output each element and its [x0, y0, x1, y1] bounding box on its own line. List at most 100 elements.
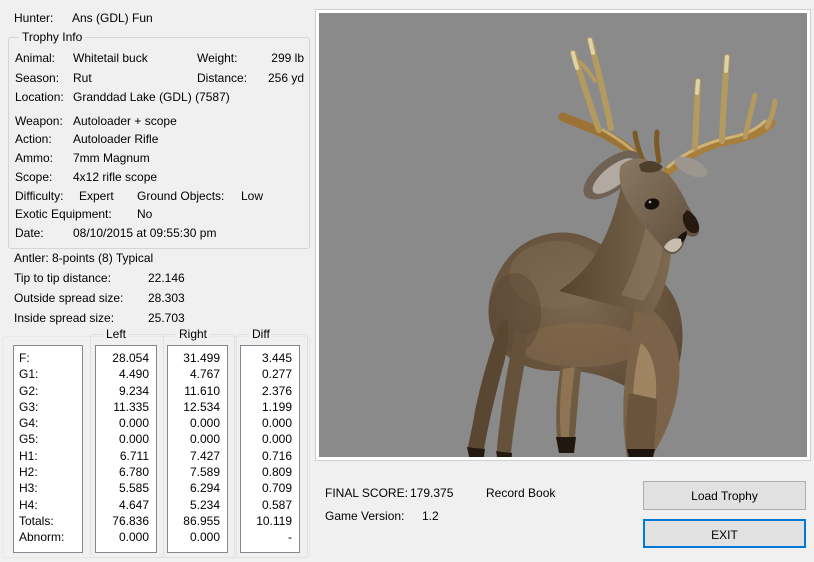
score-row-label: G1:	[14, 366, 82, 382]
score-diff-value: -	[241, 529, 299, 545]
score-row-label: Abnorm:	[14, 529, 82, 545]
row-ammo: Ammo: 7mm Magnum	[9, 149, 309, 168]
antler-summary: Antler: 8-points (8) Typical	[14, 251, 153, 265]
field-label: Scope:	[15, 168, 52, 187]
score-diff-value: 3.445	[241, 350, 299, 366]
final-score-label: FINAL SCORE:	[325, 486, 408, 500]
field-label: Location:	[15, 88, 64, 108]
field-label: Weapon:	[15, 112, 63, 131]
field-label: Date:	[15, 224, 44, 243]
trophy-viewer-window: { "hunter": { "label": "Hunter:", "value…	[0, 0, 814, 562]
field-value: 7mm Magnum	[73, 149, 150, 168]
field-value: No	[137, 205, 152, 224]
deer-antlers	[563, 40, 775, 173]
measurement-inside-spread: Inside spread size: 25.703	[14, 311, 114, 325]
field-value: 256 yd	[268, 69, 304, 89]
measurement-tip-to-tip: Tip to tip distance: 22.146	[14, 271, 111, 285]
record-book-label: Record Book	[486, 486, 555, 500]
score-left-value: 4.647	[96, 497, 156, 513]
score-left-value: 0.000	[96, 529, 156, 545]
score-row-label: F:	[14, 350, 82, 366]
score-left-value: 6.780	[96, 464, 156, 480]
trophy-3d-viewport[interactable]	[316, 10, 810, 460]
score-diff-value: 0.587	[241, 497, 299, 513]
field-value: Whitetail buck	[73, 49, 148, 69]
trophy-info-groupbox: Trophy Info Animal: Whitetail buck Weigh…	[8, 37, 310, 249]
game-version-value: 1.2	[422, 509, 439, 523]
row-difficulty: Difficulty: Expert Ground Objects: Low	[9, 187, 309, 206]
score-right-value: 0.000	[168, 529, 227, 545]
score-left-value: 5.585	[96, 480, 156, 496]
deer-model	[319, 13, 807, 457]
score-row-label: G5:	[14, 431, 82, 447]
score-diff-value: 0.809	[241, 464, 299, 480]
score-left-value: 11.335	[96, 399, 156, 415]
measurement-value: 25.703	[148, 311, 185, 325]
measurement-label: Tip to tip distance:	[14, 271, 111, 285]
field-value: Low	[241, 187, 263, 206]
hunter-value: Ans (GDL) Fun	[72, 11, 153, 25]
score-diff-value: 0.277	[241, 366, 299, 382]
field-label: Exotic Equipment:	[15, 205, 112, 224]
score-diff-value: 0.000	[241, 431, 299, 447]
row-season: Season: Rut Distance: 256 yd	[9, 69, 309, 89]
measurement-value: 22.146	[148, 271, 185, 285]
hunter-label: Hunter:	[14, 11, 72, 25]
score-right-value: 12.534	[168, 399, 227, 415]
score-row-labels-list[interactable]: F: G1: G2: G3: G4: G5: H1: H2: H3: H4: T…	[13, 345, 83, 553]
score-right-values-list[interactable]: 31.499 4.767 11.610 12.534 0.000 0.000 7…	[167, 345, 228, 553]
column-header-right: Right	[176, 327, 210, 341]
score-row-label: H3:	[14, 480, 82, 496]
field-value: Expert	[79, 187, 114, 206]
field-label: Season:	[15, 69, 59, 89]
score-diff-value: 0.709	[241, 480, 299, 496]
measurement-outside-spread: Outside spread size: 28.303	[14, 291, 123, 305]
score-diff-value: 0.716	[241, 448, 299, 464]
column-header-diff: Diff	[249, 327, 273, 341]
score-left-values-list[interactable]: 28.054 4.490 9.234 11.335 0.000 0.000 6.…	[95, 345, 157, 553]
field-value: 299 lb	[271, 49, 304, 69]
score-right-value: 7.589	[168, 464, 227, 480]
score-right-value: 31.499	[168, 350, 227, 366]
load-trophy-button[interactable]: Load Trophy	[643, 481, 806, 510]
hunter-row: Hunter:Ans (GDL) Fun	[14, 11, 153, 25]
field-label: Ammo:	[15, 149, 53, 168]
score-right-value: 7.427	[168, 448, 227, 464]
score-right-value: 4.767	[168, 366, 227, 382]
column-header-left: Left	[103, 327, 129, 341]
score-right-value: 0.000	[168, 415, 227, 431]
row-exotic-equipment: Exotic Equipment: No	[9, 205, 309, 224]
field-value: Rut	[73, 69, 92, 89]
score-row-label: H4:	[14, 497, 82, 513]
row-action: Action: Autoloader Rifle	[9, 130, 309, 149]
score-left-value: 76.836	[96, 513, 156, 529]
field-label: Ground Objects:	[137, 187, 224, 206]
field-label: Difficulty:	[15, 187, 63, 206]
score-diff-values-list[interactable]: 3.445 0.277 2.376 1.199 0.000 0.000 0.71…	[240, 345, 300, 553]
measurement-label: Inside spread size:	[14, 311, 114, 325]
exit-button[interactable]: EXIT	[643, 519, 806, 548]
score-left-value: 9.234	[96, 383, 156, 399]
field-label: Distance:	[197, 69, 247, 89]
trophy-info-title: Trophy Info	[19, 30, 85, 44]
row-date: Date: 08/10/2015 at 09:55:30 pm	[9, 224, 309, 243]
row-location: Location: Granddad Lake (GDL) (7587)	[9, 88, 309, 108]
trophy-info-rows: Animal: Whitetail buck Weight: 299 lb Se…	[9, 49, 309, 243]
game-version-label: Game Version:	[325, 509, 404, 523]
score-row-label: G4:	[14, 415, 82, 431]
score-diff-value: 1.199	[241, 399, 299, 415]
final-score-value: 179.375	[410, 486, 453, 500]
field-value: 4x12 rifle scope	[73, 168, 157, 187]
score-row-label: H2:	[14, 464, 82, 480]
score-row-label: H1:	[14, 448, 82, 464]
score-diff-value: 10.119	[241, 513, 299, 529]
score-right-value: 6.294	[168, 480, 227, 496]
score-diff-value: 2.376	[241, 383, 299, 399]
field-value: Granddad Lake (GDL) (7587)	[73, 88, 230, 108]
field-label: Weight:	[197, 49, 237, 69]
score-row-label: G3:	[14, 399, 82, 415]
score-left-value: 0.000	[96, 415, 156, 431]
row-animal: Animal: Whitetail buck Weight: 299 lb	[9, 49, 309, 69]
score-left-value: 28.054	[96, 350, 156, 366]
row-scope: Scope: 4x12 rifle scope	[9, 168, 309, 187]
